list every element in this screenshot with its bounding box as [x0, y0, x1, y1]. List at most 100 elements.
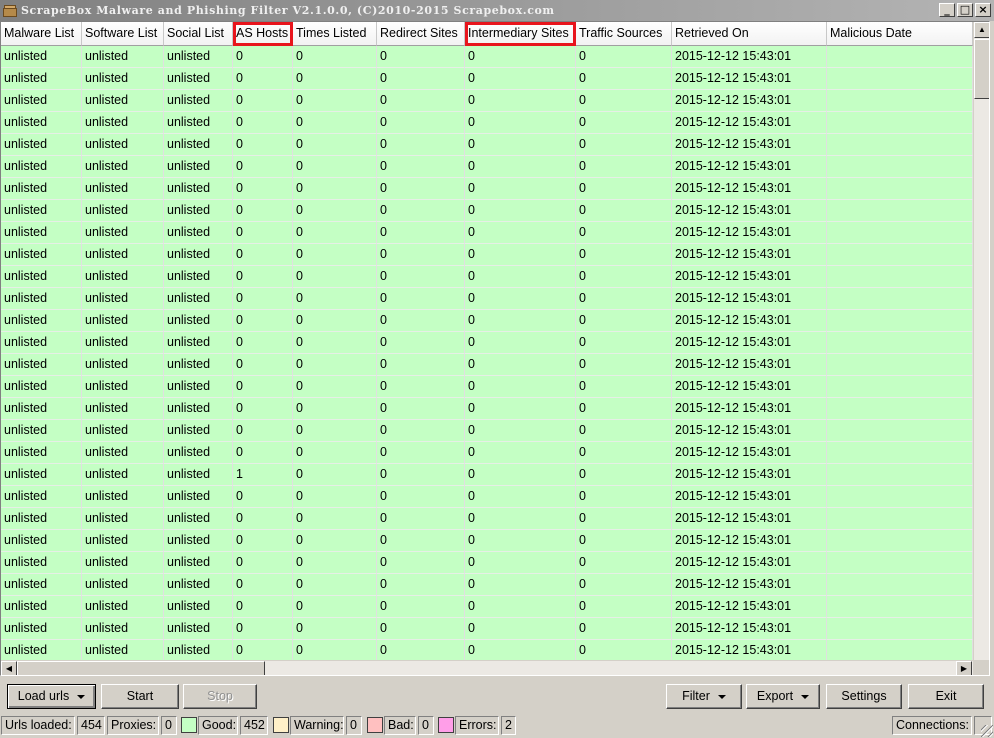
horizontal-scrollbar[interactable]: ◀ ▶ — [1, 660, 973, 675]
table-cell — [827, 90, 973, 112]
table-row[interactable]: unlisted unlisted unlisted 0 0 0 0 0 2015-12-12 … — [1, 46, 973, 68]
column-header-intermediary-sites[interactable]: Intermediary Sites — [465, 22, 576, 46]
table-cell: unlisted — [1, 112, 82, 134]
table-row[interactable]: unlisted unlisted unlisted 0 0 0 0 0 2015-12-12 … — [1, 640, 973, 662]
scroll-up-button[interactable]: ▲ — [974, 22, 989, 38]
table-cell: 0 — [233, 46, 293, 68]
table-row[interactable]: unlisted unlisted unlisted 0 0 0 0 0 2015-12-12 … — [1, 178, 973, 200]
table-cell: 0 — [293, 618, 377, 640]
column-header-as-hosts[interactable]: AS Hosts — [233, 22, 293, 46]
column-header-times-listed[interactable]: Times Listed — [293, 22, 377, 46]
table-cell: 0 — [233, 618, 293, 640]
table-cell — [827, 574, 973, 596]
table-cell — [827, 508, 973, 530]
vertical-scrollbar[interactable]: ▲ — [973, 22, 989, 660]
scroll-corner — [973, 660, 989, 675]
table-row[interactable]: unlisted unlisted unlisted 0 0 0 0 0 2015-12-12 … — [1, 156, 973, 178]
table-row[interactable]: unlisted unlisted unlisted 0 0 0 0 0 2015-12-12 … — [1, 442, 973, 464]
table-row[interactable]: unlisted unlisted unlisted 0 0 0 0 0 2015-12-12 … — [1, 420, 973, 442]
errors-value: 2 — [501, 716, 516, 735]
column-header-traffic-sources[interactable]: Traffic Sources — [576, 22, 672, 46]
table-cell: unlisted — [1, 354, 82, 376]
table-cell: 0 — [377, 156, 465, 178]
table-cell — [827, 266, 973, 288]
table-cell: unlisted — [1, 134, 82, 156]
table-row[interactable]: unlisted unlisted unlisted 0 0 0 0 0 2015-12-12 … — [1, 618, 973, 640]
column-header-social-list[interactable]: Social List — [164, 22, 233, 46]
table-row[interactable]: unlisted unlisted unlisted 0 0 0 0 0 2015-12-12 … — [1, 68, 973, 90]
resize-grip-icon[interactable] — [981, 725, 993, 737]
maximize-icon: □ — [959, 3, 971, 16]
table-row[interactable]: unlisted unlisted unlisted 0 0 0 0 0 2015-12-12 … — [1, 596, 973, 618]
urls-loaded-value: 454 — [77, 716, 105, 735]
table-row[interactable]: unlisted unlisted unlisted 1 0 0 0 0 2015-12-12 … — [1, 464, 973, 486]
table-row[interactable]: unlisted unlisted unlisted 0 0 0 0 0 2015-12-12 … — [1, 486, 973, 508]
start-button[interactable]: Start — [101, 684, 179, 709]
table-row[interactable]: unlisted unlisted unlisted 0 0 0 0 0 2015-12-12 … — [1, 90, 973, 112]
results-grid[interactable]: Malware List Software List Social List AS H… — [0, 21, 990, 676]
table-cell: 0 — [377, 266, 465, 288]
table-row[interactable]: unlisted unlisted unlisted 0 0 0 0 0 2015-12-12 … — [1, 222, 973, 244]
table-cell: 0 — [576, 134, 672, 156]
table-row[interactable]: unlisted unlisted unlisted 0 0 0 0 0 2015-12-12 … — [1, 398, 973, 420]
grid-body: unlisted unlisted unlisted 0 0 0 0 0 2015-12-12 … — [1, 46, 973, 662]
maximize-button[interactable]: □ — [957, 3, 973, 17]
stop-button[interactable]: Stop — [183, 684, 257, 709]
table-cell: unlisted — [164, 508, 233, 530]
table-cell: 0 — [465, 288, 576, 310]
dropdown-arrow-icon — [77, 694, 86, 699]
table-row[interactable]: unlisted unlisted unlisted 0 0 0 0 0 2015-12-12 … — [1, 244, 973, 266]
table-cell: 2015-12-12 15:43:01 — [672, 288, 827, 310]
table-cell: 0 — [576, 112, 672, 134]
table-row[interactable]: unlisted unlisted unlisted 0 0 0 0 0 2015-12-12 … — [1, 354, 973, 376]
table-row[interactable]: unlisted unlisted unlisted 0 0 0 0 0 2015-12-12 … — [1, 332, 973, 354]
table-cell: 0 — [233, 596, 293, 618]
table-cell: unlisted — [1, 552, 82, 574]
exit-button[interactable]: Exit — [908, 684, 984, 709]
table-cell: unlisted — [164, 530, 233, 552]
title-bar[interactable]: ScrapeBox Malware and Phishing Filter V2… — [0, 0, 994, 21]
table-row[interactable]: unlisted unlisted unlisted 0 0 0 0 0 2015-12-12 … — [1, 508, 973, 530]
column-header-malware-list[interactable]: Malware List — [1, 22, 82, 46]
table-row[interactable]: unlisted unlisted unlisted 0 0 0 0 0 2015-12-12 … — [1, 530, 973, 552]
table-cell: unlisted — [164, 552, 233, 574]
connections-label: Connections: — [892, 716, 972, 735]
table-cell: 0 — [465, 156, 576, 178]
scroll-right-button[interactable]: ▶ — [956, 661, 972, 675]
table-cell: unlisted — [164, 332, 233, 354]
table-row[interactable]: unlisted unlisted unlisted 0 0 0 0 0 2015-12-12 … — [1, 376, 973, 398]
column-header-malicious-date[interactable]: Malicious Date — [827, 22, 973, 46]
minimize-button[interactable]: _ — [939, 3, 955, 17]
table-cell: 2015-12-12 15:43:01 — [672, 178, 827, 200]
table-cell: 0 — [377, 596, 465, 618]
export-button[interactable]: Export — [746, 684, 820, 709]
column-header-retrieved-on[interactable]: Retrieved On — [672, 22, 827, 46]
table-row[interactable]: unlisted unlisted unlisted 0 0 0 0 0 2015-12-12 … — [1, 112, 973, 134]
scroll-left-button[interactable]: ◀ — [1, 661, 17, 675]
column-header-software-list[interactable]: Software List — [82, 22, 164, 46]
table-cell: unlisted — [164, 354, 233, 376]
table-cell: unlisted — [164, 112, 233, 134]
table-cell: unlisted — [1, 420, 82, 442]
table-cell: unlisted — [164, 376, 233, 398]
filter-label: Filter — [682, 689, 710, 703]
settings-button[interactable]: Settings — [826, 684, 902, 709]
close-button[interactable]: × — [975, 3, 991, 17]
table-cell: 0 — [576, 46, 672, 68]
table-row[interactable]: unlisted unlisted unlisted 0 0 0 0 0 2015-12-12 … — [1, 552, 973, 574]
table-row[interactable]: unlisted unlisted unlisted 0 0 0 0 0 2015-12-12 … — [1, 266, 973, 288]
filter-button[interactable]: Filter — [666, 684, 742, 709]
table-cell: 0 — [293, 464, 377, 486]
table-cell: unlisted — [1, 288, 82, 310]
warning-value: 0 — [346, 716, 362, 735]
table-row[interactable]: unlisted unlisted unlisted 0 0 0 0 0 2015-12-12 … — [1, 310, 973, 332]
column-header-redirect-sites[interactable]: Redirect Sites — [377, 22, 465, 46]
table-row[interactable]: unlisted unlisted unlisted 0 0 0 0 0 2015-12-12 … — [1, 134, 973, 156]
table-row[interactable]: unlisted unlisted unlisted 0 0 0 0 0 2015-12-12 … — [1, 200, 973, 222]
load-urls-button[interactable]: Load urls — [7, 684, 96, 709]
table-row[interactable]: unlisted unlisted unlisted 0 0 0 0 0 2015-12-12 … — [1, 574, 973, 596]
vertical-scroll-thumb[interactable] — [974, 39, 989, 99]
table-row[interactable]: unlisted unlisted unlisted 0 0 0 0 0 2015-12-12 … — [1, 288, 973, 310]
table-cell: unlisted — [82, 266, 164, 288]
horizontal-scroll-thumb[interactable] — [17, 661, 265, 675]
